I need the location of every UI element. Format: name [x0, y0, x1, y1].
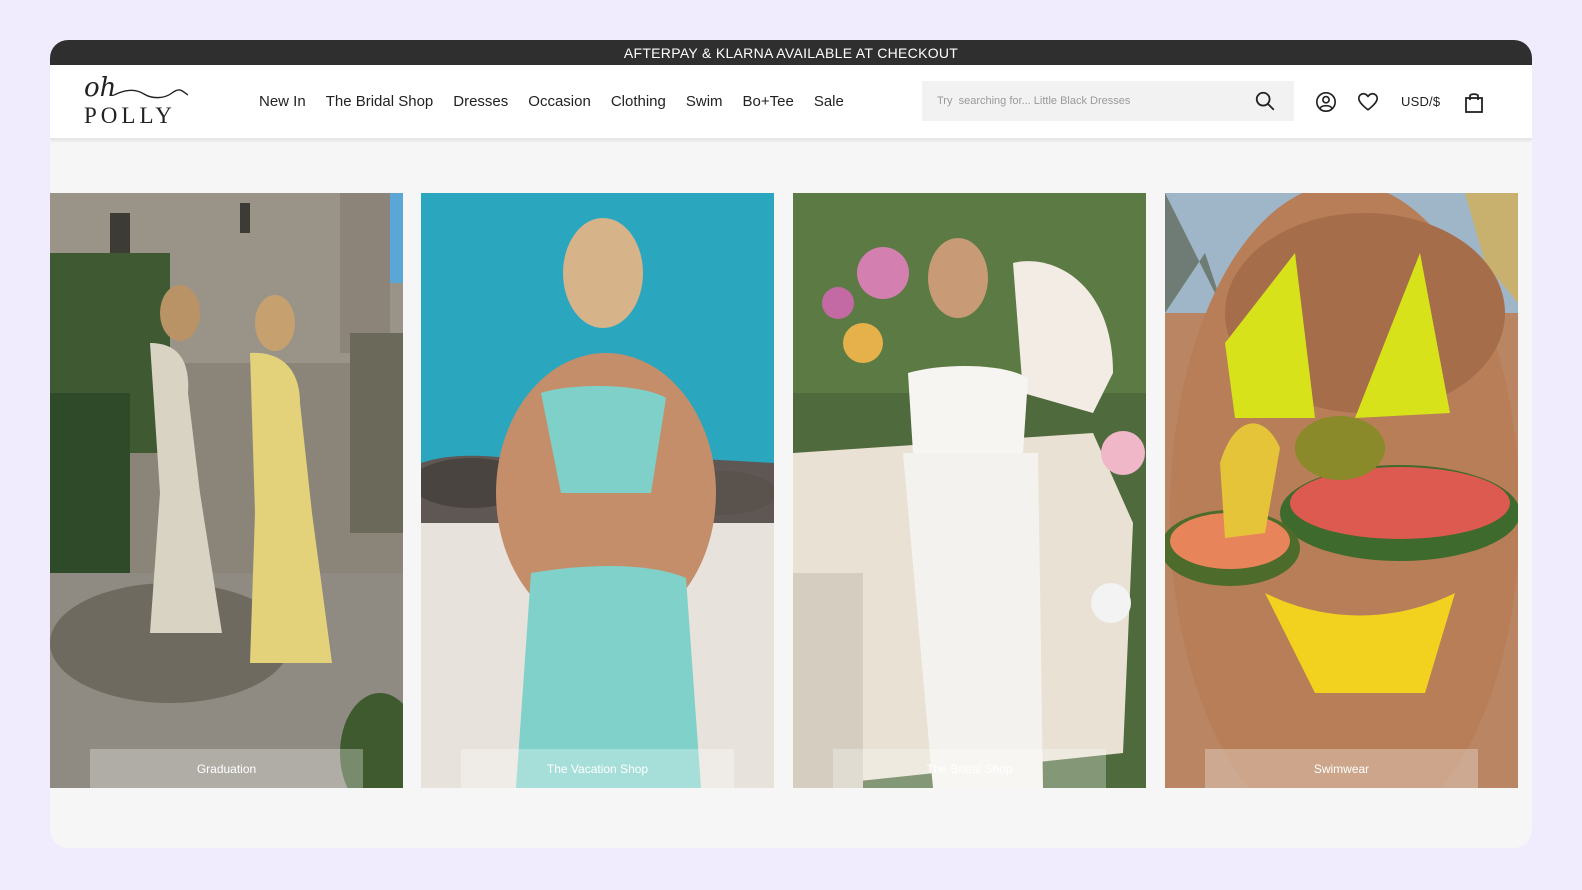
nav-bo-tee[interactable]: Bo+Tee	[743, 93, 794, 110]
nav-swim[interactable]: Swim	[686, 93, 723, 110]
account-icon[interactable]	[1315, 91, 1337, 113]
nav-new-in[interactable]: New In	[259, 93, 306, 110]
nav-bridal-shop[interactable]: The Bridal Shop	[326, 93, 434, 110]
tile-label: Swimwear	[1205, 749, 1478, 788]
search-input[interactable]	[922, 81, 1254, 121]
category-tile-bridal-shop[interactable]: The Bridal Shop	[793, 193, 1146, 788]
swimwear-photo	[1165, 193, 1518, 788]
header-actions: USD/$	[1315, 65, 1484, 138]
category-tile-swimwear[interactable]: Swimwear	[1165, 193, 1518, 788]
tile-label: Graduation	[90, 749, 363, 788]
logo-wordmark: POLLY	[84, 103, 176, 128]
category-tile-vacation-shop[interactable]: The Vacation Shop	[421, 193, 774, 788]
nav-sale[interactable]: Sale	[814, 93, 844, 110]
promo-banner[interactable]: AFTERPAY & KLARNA AVAILABLE AT CHECKOUT	[50, 40, 1532, 65]
main-nav: New In The Bridal Shop Dresses Occasion …	[259, 65, 844, 138]
nav-dresses[interactable]: Dresses	[453, 93, 508, 110]
search-icon[interactable]	[1254, 90, 1276, 112]
oh-polly-logo[interactable]: oh POLLY	[84, 73, 188, 131]
category-tile-graduation[interactable]: Graduation	[50, 193, 403, 788]
logo-swirl	[114, 89, 188, 99]
search-bar	[922, 81, 1294, 121]
category-tiles: Graduation The Vacation Shop The Bridal …	[50, 193, 1532, 788]
browser-page: AFTERPAY & KLARNA AVAILABLE AT CHECKOUT …	[50, 40, 1532, 848]
vacation-photo	[421, 193, 774, 788]
site-header: oh POLLY New In The Bridal Shop Dresses …	[50, 65, 1532, 139]
tile-label: The Vacation Shop	[461, 749, 734, 788]
nav-clothing[interactable]: Clothing	[611, 93, 666, 110]
logo-script: oh	[84, 73, 117, 103]
nav-occasion[interactable]: Occasion	[528, 93, 591, 110]
promo-text: AFTERPAY & KLARNA AVAILABLE AT CHECKOUT	[623, 44, 959, 61]
bridal-photo	[793, 193, 1146, 788]
bag-icon[interactable]	[1464, 91, 1484, 113]
tile-label: The Bridal Shop	[833, 749, 1106, 788]
graduation-photo	[50, 193, 403, 788]
currency-selector[interactable]: USD/$	[1401, 94, 1440, 109]
heart-icon[interactable]	[1357, 91, 1379, 113]
